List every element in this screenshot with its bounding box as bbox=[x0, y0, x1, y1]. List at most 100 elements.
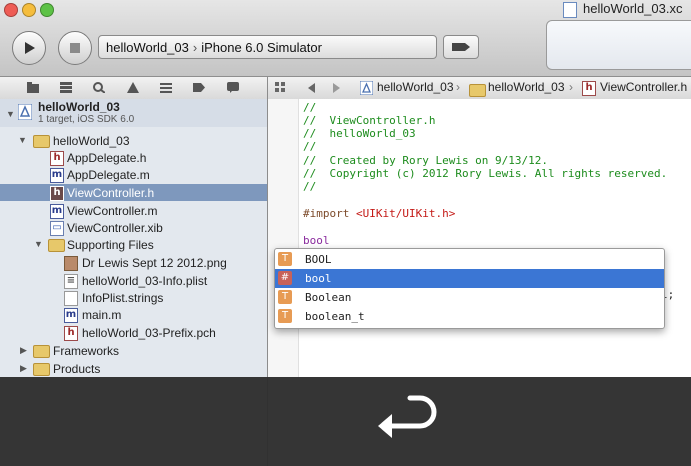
disclosure-open-icon[interactable]: ▼ bbox=[18, 135, 27, 145]
project-navigator-icon[interactable] bbox=[27, 82, 39, 93]
navigator-item-label: AppDelegate.h bbox=[67, 151, 147, 165]
group-products[interactable]: ▶ Products bbox=[0, 360, 267, 377]
code-line: // Created by Rory Lewis on 9/13/12. bbox=[303, 154, 549, 167]
activity-viewer bbox=[546, 20, 691, 70]
folder-icon bbox=[33, 345, 50, 358]
breakpoint-navigator-icon[interactable] bbox=[193, 82, 205, 93]
return-key-icon bbox=[378, 395, 437, 438]
scheme-selector[interactable]: helloWorld_03 › iPhone 6.0 Simulator bbox=[98, 35, 437, 59]
stop-icon bbox=[70, 43, 80, 53]
navigator-item-label: Frameworks bbox=[53, 344, 120, 358]
implementation-file-icon: m bbox=[64, 308, 78, 323]
file-appdelegate-h[interactable]: h AppDelegate.h bbox=[0, 149, 267, 166]
typed-text: bool bbox=[303, 234, 330, 247]
import-target: <UIKit/UIKit.h> bbox=[355, 207, 456, 220]
navigator-item-label: AppDelegate.m bbox=[67, 168, 150, 182]
folder-icon bbox=[469, 84, 486, 97]
file-image-png[interactable]: Dr Lewis Sept 12 2012.png bbox=[0, 254, 267, 271]
jump-bar-group[interactable]: helloWorld_03 bbox=[488, 80, 565, 94]
navigator-item-label: helloWorld_03-Prefix.pch bbox=[82, 326, 216, 340]
group-helloworld[interactable]: ▼ helloWorld_03 bbox=[0, 132, 267, 149]
debug-navigator-icon[interactable] bbox=[160, 82, 172, 93]
file-main-m[interactable]: m main.m bbox=[0, 306, 267, 323]
source-editor[interactable]: // // ViewController.h // helloWorld_03 … bbox=[299, 99, 691, 377]
navigator-item-label: Products bbox=[53, 362, 101, 376]
navigator-item-label: ViewController.h bbox=[67, 186, 155, 200]
stop-button[interactable] bbox=[58, 31, 92, 65]
file-viewcontroller-h[interactable]: h ViewController.h bbox=[0, 184, 267, 201]
navigator-item-label: helloWorld_03 bbox=[53, 134, 130, 148]
code-line: // helloWorld_03 bbox=[303, 127, 416, 140]
navigator-item-label: helloWorld_03-Info.plist bbox=[82, 274, 208, 288]
project-document-icon bbox=[563, 2, 577, 18]
back-arrow-icon[interactable] bbox=[306, 82, 316, 94]
editor-gutter[interactable] bbox=[268, 99, 299, 377]
completion-item-boolean-t[interactable]: T boolean_t bbox=[275, 307, 664, 326]
code-line: // bbox=[303, 101, 317, 114]
file-appdelegate-m[interactable]: m AppDelegate.m bbox=[0, 166, 267, 183]
jump-bar-separator: › bbox=[456, 80, 460, 94]
zoom-window-button[interactable] bbox=[40, 3, 54, 17]
file-info-plist[interactable]: ≡ helloWorld_03-Info.plist bbox=[0, 272, 267, 289]
folder-icon bbox=[48, 239, 65, 252]
folder-icon bbox=[33, 135, 50, 148]
jump-bar-project[interactable]: helloWorld_03 bbox=[377, 80, 454, 94]
navigator-item-label: ViewController.xib bbox=[67, 221, 163, 235]
file-prefix-pch[interactable]: h helloWorld_03-Prefix.pch bbox=[0, 324, 267, 341]
header-file-icon: h bbox=[50, 151, 64, 166]
header-file-icon: h bbox=[64, 326, 78, 341]
navigator-item-label: ViewController.m bbox=[67, 204, 158, 218]
group-frameworks[interactable]: ▶ Frameworks bbox=[0, 342, 267, 359]
disclosure-open-icon[interactable]: ▼ bbox=[6, 109, 15, 119]
close-window-button[interactable] bbox=[4, 3, 18, 17]
implementation-file-icon: m bbox=[50, 204, 64, 219]
file-viewcontroller-m[interactable]: m ViewController.m bbox=[0, 202, 267, 219]
completion-label: bool bbox=[305, 272, 332, 285]
image-file-icon bbox=[64, 256, 78, 271]
xcode-project-icon bbox=[18, 104, 32, 120]
jump-bar-separator: › bbox=[569, 80, 573, 94]
run-button[interactable] bbox=[12, 31, 46, 65]
code-line: // bbox=[303, 140, 317, 153]
project-root-item[interactable]: ▼ helloWorld_03 1 target, iOS SDK 6.0 bbox=[0, 99, 267, 127]
related-items-icon[interactable] bbox=[275, 82, 287, 94]
completion-label: BOOL bbox=[305, 253, 332, 266]
completion-label: Boolean bbox=[305, 291, 352, 304]
import-line: #import <UIKit/UIKit.h> bbox=[303, 207, 455, 220]
file-viewcontroller-xib[interactable]: ▭ ViewController.xib bbox=[0, 219, 267, 236]
keystroke-overlay bbox=[0, 377, 691, 466]
forward-arrow-icon[interactable] bbox=[332, 82, 342, 94]
typedef-icon: T bbox=[278, 290, 292, 304]
code-line: // Copyright (c) 2012 Rory Lewis. All ri… bbox=[303, 167, 668, 180]
project-name: helloWorld_03 bbox=[38, 100, 120, 114]
disclosure-open-icon[interactable]: ▼ bbox=[34, 239, 43, 249]
navigator-item-label: Dr Lewis Sept 12 2012.png bbox=[82, 256, 227, 270]
plist-file-icon: ≡ bbox=[64, 274, 78, 289]
scheme-separator: › bbox=[192, 39, 198, 55]
file-infoplist-strings[interactable]: InfoPlist.strings bbox=[0, 289, 267, 306]
completion-item-bool-macro[interactable]: # bool bbox=[275, 269, 664, 288]
search-navigator-icon[interactable] bbox=[93, 82, 105, 93]
disclosure-closed-icon[interactable]: ▶ bbox=[20, 345, 27, 356]
typedef-icon: T bbox=[278, 309, 292, 323]
group-supporting-files[interactable]: ▼ Supporting Files bbox=[0, 236, 267, 253]
code-completion-popup: T BOOL # bool T Boolean T boolean_t bbox=[274, 248, 665, 329]
completion-item-boolean[interactable]: T Boolean bbox=[275, 288, 664, 307]
disclosure-closed-icon[interactable]: ▶ bbox=[20, 363, 27, 374]
log-navigator-icon[interactable] bbox=[227, 82, 239, 93]
folder-icon bbox=[33, 363, 50, 376]
navigator-item-label: main.m bbox=[82, 308, 122, 322]
code-line: // bbox=[303, 180, 317, 193]
breakpoints-button[interactable] bbox=[443, 35, 479, 59]
minimize-window-button[interactable] bbox=[22, 3, 36, 17]
completion-label: boolean_t bbox=[305, 310, 365, 323]
completion-item-bool-type[interactable]: T BOOL bbox=[275, 250, 664, 269]
navigator-item-label: Supporting Files bbox=[67, 238, 154, 252]
window-title: helloWorld_03.xc bbox=[583, 1, 683, 16]
import-keyword: #import bbox=[303, 207, 356, 220]
symbol-navigator-icon[interactable] bbox=[60, 82, 72, 93]
xcode-project-icon bbox=[360, 81, 373, 95]
macro-icon: # bbox=[278, 271, 292, 285]
issue-navigator-icon[interactable] bbox=[127, 82, 139, 93]
jump-bar-file[interactable]: ViewController.h bbox=[600, 80, 687, 94]
